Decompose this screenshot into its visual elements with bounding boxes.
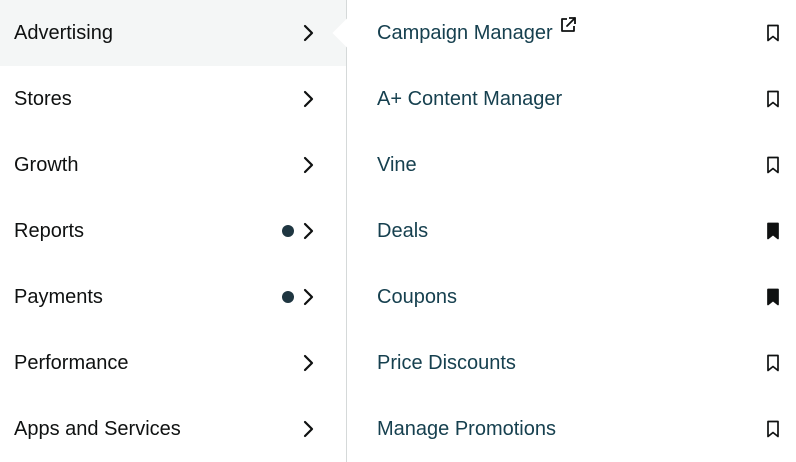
chevron-right-icon [303, 24, 314, 42]
menu-item-label: Advertising [14, 21, 113, 44]
bookmark-outline-icon[interactable] [766, 354, 780, 372]
submenu-item-price-discounts[interactable]: Price Discounts [347, 330, 796, 396]
chevron-right-icon [303, 354, 314, 372]
submenu-item-manage-promotions[interactable]: Manage Promotions [347, 396, 796, 462]
chevron-right-icon [303, 156, 314, 174]
notification-dot-icon [282, 225, 294, 237]
submenu-item-label: Campaign Manager [377, 21, 553, 44]
submenu-item-label: Coupons [377, 285, 458, 308]
menu-item-reports[interactable]: Reports [0, 198, 346, 264]
bookmark-outline-icon[interactable] [766, 156, 780, 174]
chevron-right-icon [303, 90, 314, 108]
submenu-item-coupons[interactable]: Coupons [347, 264, 796, 330]
submenu-item-label: Vine [377, 153, 417, 176]
submenu-item-label: Deals [377, 219, 429, 242]
menu-item-label: Performance [14, 351, 129, 374]
menu-item-label: Growth [14, 153, 79, 176]
submenu-item-label: Price Discounts [377, 351, 516, 374]
menu-item-label: Reports [14, 219, 85, 242]
bookmark-outline-icon[interactable] [766, 24, 780, 42]
bookmark-filled-icon[interactable] [766, 222, 780, 240]
menu-item-payments[interactable]: Payments [0, 264, 346, 330]
menu-item-growth[interactable]: Growth [0, 132, 346, 198]
menu-item-stores[interactable]: Stores [0, 66, 346, 132]
bookmark-outline-icon[interactable] [766, 420, 780, 438]
bookmark-outline-icon[interactable] [766, 90, 780, 108]
chevron-right-icon [303, 288, 314, 306]
notification-dot-icon [282, 291, 294, 303]
menu-item-advertising[interactable]: Advertising [0, 0, 346, 66]
chevron-right-icon [303, 222, 314, 240]
submenu-item-label: Manage Promotions [377, 417, 556, 440]
menu-item-label: Apps and Services [14, 417, 181, 440]
submenu-item-label: A+ Content Manager [377, 87, 563, 110]
external-link-icon [560, 17, 576, 32]
menu-item-label: Stores [14, 87, 72, 110]
navigation-menu: Advertising Stores Growth Reports Paymen… [0, 0, 796, 462]
submenu-item-vine[interactable]: Vine [347, 132, 796, 198]
menu-item-performance[interactable]: Performance [0, 330, 346, 396]
bookmark-filled-icon[interactable] [766, 288, 780, 306]
submenu-item-a-plus-content-manager[interactable]: A+ Content Manager [347, 66, 796, 132]
menu-item-label: Payments [14, 285, 103, 308]
submenu-item-deals[interactable]: Deals [347, 198, 796, 264]
menu-item-apps-and-services[interactable]: Apps and Services [0, 396, 346, 462]
submenu-item-campaign-manager[interactable]: Campaign Manager [347, 0, 796, 66]
submenu-panel: Campaign Manager A+ Content Manager Vine… [347, 0, 796, 462]
left-menu-panel: Advertising Stores Growth Reports Paymen… [0, 0, 347, 462]
chevron-right-icon [303, 420, 314, 438]
